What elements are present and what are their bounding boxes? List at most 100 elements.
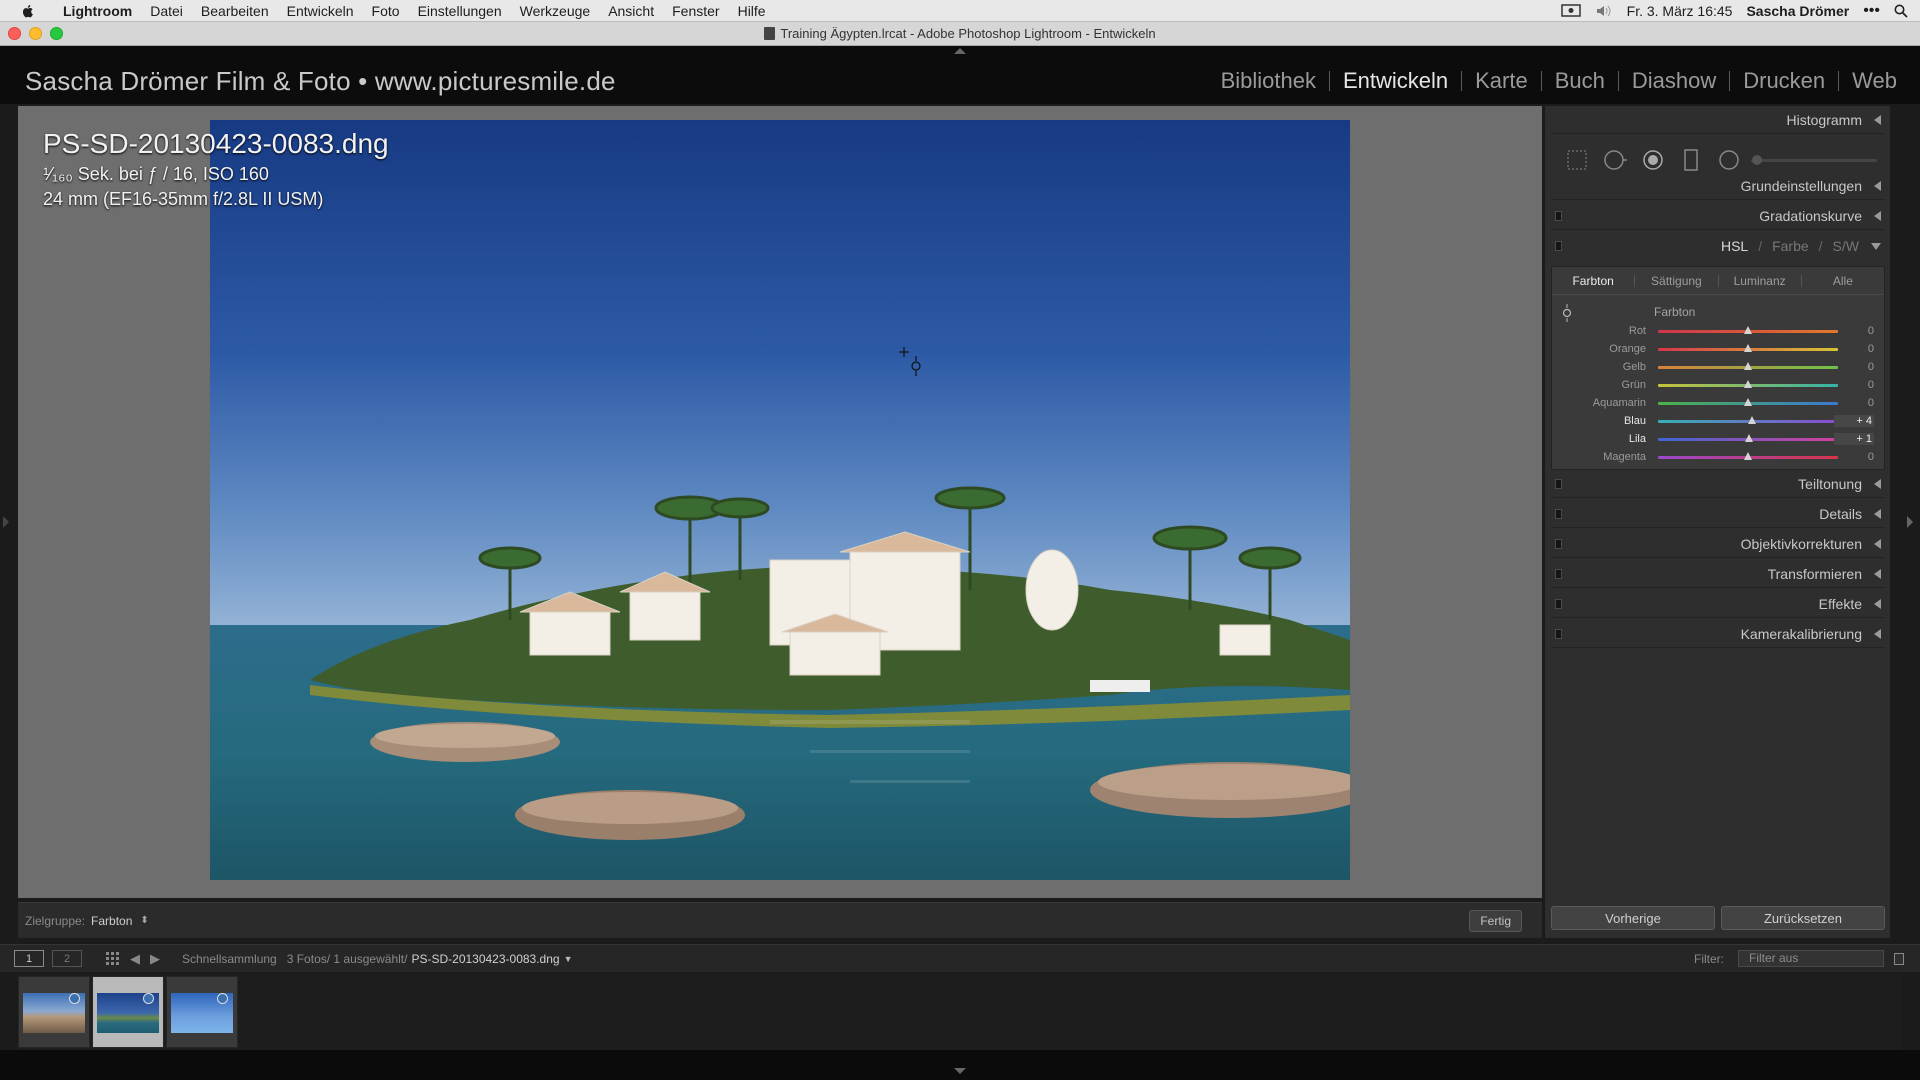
filmstrip-thumbnail[interactable] xyxy=(166,976,238,1048)
panel-toggle-switch[interactable] xyxy=(1555,539,1562,549)
collapse-triangle-icon[interactable] xyxy=(1874,114,1881,125)
panel-toggle-switch[interactable] xyxy=(1555,599,1562,609)
menu-hilfe[interactable]: Hilfe xyxy=(729,3,775,19)
close-window-button[interactable] xyxy=(8,27,21,40)
screen-mirroring-icon[interactable] xyxy=(1560,4,1581,18)
slider-value[interactable]: 0 xyxy=(1834,361,1874,373)
tab-luminanz[interactable]: Luminanz xyxy=(1719,274,1801,288)
hsl-slider-grün[interactable]: Grün 0 xyxy=(1552,377,1886,393)
grid-view-icon[interactable] xyxy=(106,951,120,966)
back-arrow-icon[interactable]: ◀ xyxy=(130,951,140,967)
expanded-triangle-icon[interactable] xyxy=(1871,242,1881,250)
previous-button[interactable]: Vorherige xyxy=(1551,906,1715,930)
slider-value[interactable]: 0 xyxy=(1834,343,1874,355)
menu-foto[interactable]: Foto xyxy=(363,3,409,19)
photo-viewer[interactable]: PS-SD-20130423-0083.dng ¹⁄₁₆₀ Sek. bei ƒ… xyxy=(18,106,1542,898)
menu-fenster[interactable]: Fenster xyxy=(663,3,728,19)
slider-value[interactable]: + 4 xyxy=(1834,415,1874,427)
menubar-clock[interactable]: Fr. 3. März 16:45 xyxy=(1627,3,1733,19)
collapse-triangle-icon[interactable] xyxy=(1874,538,1881,549)
hsl-slider-gelb[interactable]: Gelb 0 xyxy=(1552,359,1886,375)
collapse-bottom-panel-icon[interactable] xyxy=(954,1068,966,1074)
slider-knob[interactable] xyxy=(1744,344,1752,352)
slider-knob[interactable] xyxy=(1744,380,1752,388)
slider-value[interactable]: 0 xyxy=(1834,325,1874,337)
hsl-mode-hsl[interactable]: HSL xyxy=(1721,238,1748,254)
menu-datei[interactable]: Datei xyxy=(141,3,192,19)
reset-button[interactable]: Zurücksetzen xyxy=(1721,906,1885,930)
graduated-filter-tool-icon[interactable] xyxy=(1679,148,1703,172)
slider-knob[interactable] xyxy=(1744,434,1753,442)
more-menu-icon[interactable]: ••• xyxy=(1863,2,1880,20)
slider-knob[interactable] xyxy=(1744,326,1752,334)
collapse-triangle-icon[interactable] xyxy=(1874,478,1881,489)
hsl-slider-lila[interactable]: Lila + 1 xyxy=(1552,431,1886,447)
panel-toggle-switch[interactable] xyxy=(1555,569,1562,579)
menu-entwickeln[interactable]: Entwickeln xyxy=(278,3,363,19)
menu-werkzeuge[interactable]: Werkzeuge xyxy=(511,3,600,19)
collapse-triangle-icon[interactable] xyxy=(1874,628,1881,639)
panel-kamerakalibrierung[interactable]: Kamerakalibrierung xyxy=(1551,620,1885,648)
panel-teiltonung[interactable]: Teiltonung xyxy=(1551,470,1885,498)
hsl-mode-sw[interactable]: S/W xyxy=(1833,238,1859,254)
hsl-slider-aquamarin[interactable]: Aquamarin 0 xyxy=(1552,395,1886,411)
module-bibliothek[interactable]: Bibliothek xyxy=(1208,68,1329,94)
primary-display-button[interactable]: 1 xyxy=(14,950,44,967)
filter-select[interactable]: Filter aus xyxy=(1738,950,1884,967)
forward-arrow-icon[interactable]: ▶ xyxy=(150,951,160,967)
zoom-window-button[interactable] xyxy=(50,27,63,40)
filmstrip-source[interactable]: Schnellsammlung xyxy=(182,952,277,966)
tool-slider-track[interactable] xyxy=(1751,159,1877,162)
menu-bearbeiten[interactable]: Bearbeiten xyxy=(192,3,278,19)
slider-knob[interactable] xyxy=(1744,452,1752,460)
volume-icon[interactable] xyxy=(1595,4,1613,18)
module-buch[interactable]: Buch xyxy=(1542,68,1618,94)
panel-gradationskurve[interactable]: Gradationskurve xyxy=(1551,202,1885,230)
apple-logo-icon[interactable] xyxy=(20,3,36,19)
module-web[interactable]: Web xyxy=(1839,68,1910,94)
slider-value[interactable]: 0 xyxy=(1834,451,1874,463)
target-group-select[interactable]: Farbton xyxy=(91,914,132,928)
minimize-window-button[interactable] xyxy=(29,27,42,40)
tab-alle[interactable]: Alle xyxy=(1802,274,1884,288)
targeted-adjustment-tool-icon[interactable] xyxy=(1560,303,1574,323)
spot-removal-tool-icon[interactable] xyxy=(1603,148,1627,172)
panel-effekte[interactable]: Effekte xyxy=(1551,590,1885,618)
menubar-user[interactable]: Sascha Drömer xyxy=(1746,3,1849,19)
collapse-right-panel-icon[interactable] xyxy=(1907,516,1913,528)
collapse-top-panel-icon[interactable] xyxy=(954,48,966,54)
panel-toggle-switch[interactable] xyxy=(1555,241,1562,251)
slider-value[interactable]: 0 xyxy=(1834,379,1874,391)
filmstrip-current-file[interactable]: PS-SD-20130423-0083.dng xyxy=(411,952,559,966)
slider-value[interactable]: 0 xyxy=(1834,397,1874,409)
panel-objektivkorrekturen[interactable]: Objektivkorrekturen xyxy=(1551,530,1885,558)
identity-plate[interactable]: Sascha Drömer Film & Foto • www.pictures… xyxy=(25,66,616,97)
module-drucken[interactable]: Drucken xyxy=(1730,68,1838,94)
panel-histogram[interactable]: Histogramm xyxy=(1551,106,1885,134)
slider-value[interactable]: + 1 xyxy=(1834,433,1874,445)
tab-saettigung[interactable]: Sättigung xyxy=(1635,274,1717,288)
hsl-slider-blau[interactable]: Blau + 4 xyxy=(1552,413,1886,429)
collapse-triangle-icon[interactable] xyxy=(1874,210,1881,221)
slider-knob[interactable] xyxy=(1747,416,1756,424)
done-button[interactable]: Fertig xyxy=(1469,910,1522,932)
module-karte[interactable]: Karte xyxy=(1462,68,1541,94)
menu-einstellungen[interactable]: Einstellungen xyxy=(409,3,511,19)
menu-app-lightroom[interactable]: Lightroom xyxy=(54,3,141,19)
module-entwickeln[interactable]: Entwickeln xyxy=(1330,68,1461,94)
hsl-slider-rot[interactable]: Rot 0 xyxy=(1552,323,1886,339)
photo-preview[interactable] xyxy=(210,120,1350,880)
panel-hsl[interactable]: HSL / Farbe / S/W xyxy=(1551,232,1885,260)
filmstrip-thumbnail[interactable] xyxy=(18,976,90,1048)
dropdown-caret-icon[interactable]: ▼ xyxy=(564,954,573,964)
slider-knob[interactable] xyxy=(1744,362,1752,370)
collapse-triangle-icon[interactable] xyxy=(1874,598,1881,609)
panel-toggle-switch[interactable] xyxy=(1555,629,1562,639)
panel-toggle-switch[interactable] xyxy=(1555,211,1562,221)
tool-slider-knob[interactable] xyxy=(1752,155,1762,165)
expand-left-panel-icon[interactable] xyxy=(3,516,9,528)
filmstrip[interactable] xyxy=(18,974,1902,1050)
tab-farbton[interactable]: Farbton xyxy=(1552,274,1634,288)
panel-details[interactable]: Details xyxy=(1551,500,1885,528)
menu-ansicht[interactable]: Ansicht xyxy=(599,3,663,19)
